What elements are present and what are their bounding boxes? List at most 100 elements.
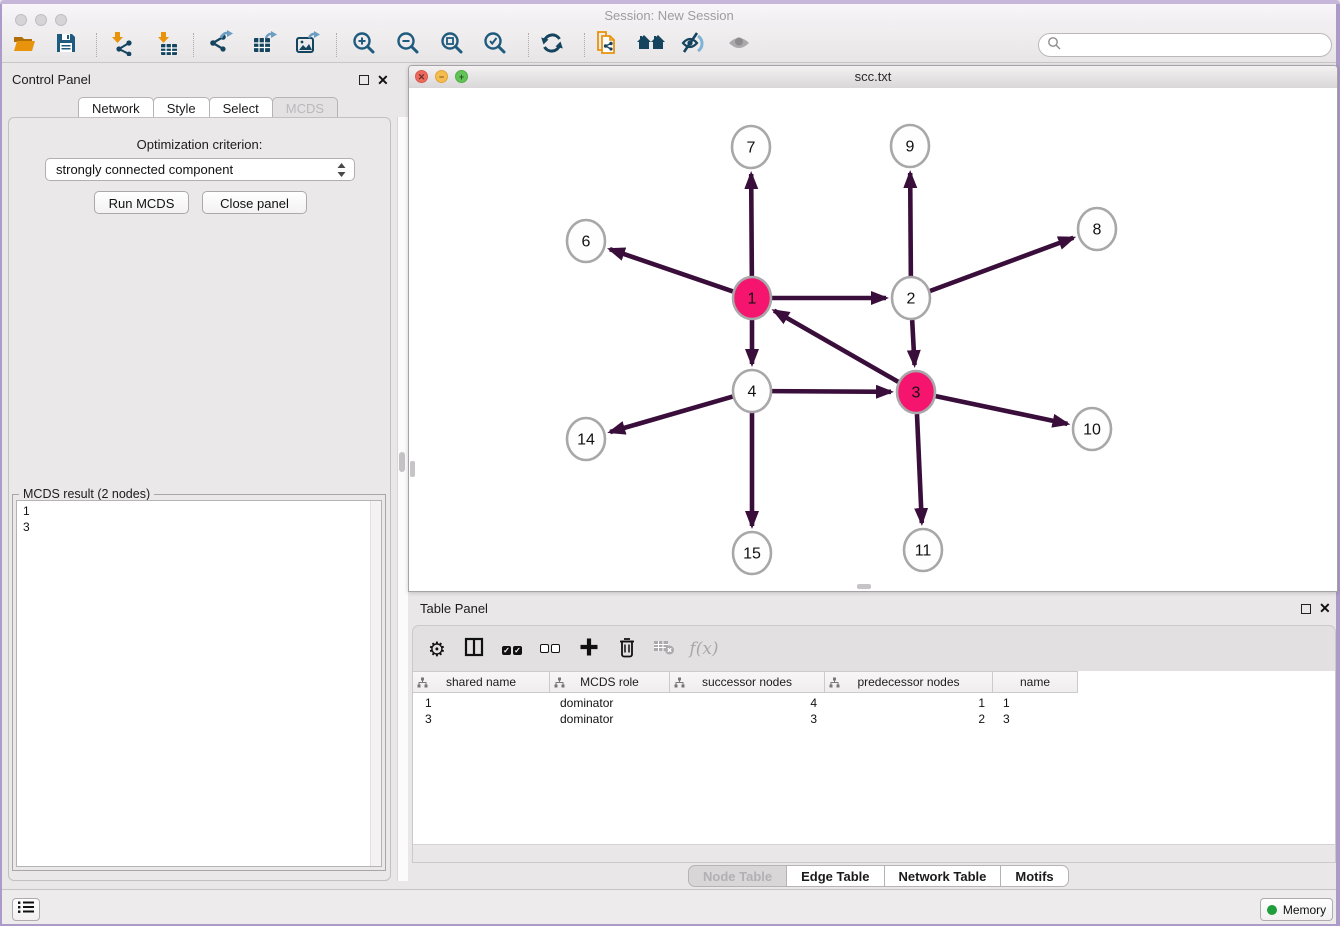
graph-node-8[interactable]: 8 [1078, 208, 1116, 250]
tab-network[interactable]: Network [78, 97, 154, 118]
graph-edge-1-7[interactable] [751, 174, 752, 276]
list-icon [17, 900, 35, 919]
graph-node-11[interactable]: 11 [904, 529, 942, 571]
search-field[interactable] [1038, 33, 1332, 57]
graph-edge-2-9[interactable] [910, 173, 911, 276]
delete-column-button[interactable] [611, 633, 643, 665]
graph-node-1[interactable]: 1 [733, 277, 771, 319]
table-hscrollbar[interactable] [413, 844, 1335, 862]
add-column-button[interactable] [573, 633, 605, 665]
table-cell[interactable]: 1 [825, 695, 993, 711]
first-neighbors-button[interactable] [634, 30, 668, 60]
canvas-hscroll-thumb[interactable] [857, 584, 871, 589]
graph-edge-1-6[interactable] [610, 249, 733, 291]
tab-style[interactable]: Style [153, 97, 210, 118]
gear-icon: ⚙ [428, 639, 446, 659]
zoom-selected-button[interactable] [478, 30, 512, 60]
graph-node-4[interactable]: 4 [733, 370, 771, 412]
node-table: shared nameMCDS rolesuccessor nodesprede… [412, 671, 1336, 863]
zoom-out-button[interactable] [391, 30, 425, 60]
export-table-button[interactable] [247, 30, 281, 60]
table-cell[interactable]: 3 [413, 711, 550, 727]
table-cell[interactable]: 4 [670, 695, 825, 711]
table-cell[interactable]: 2 [825, 711, 993, 727]
column-header-name[interactable]: name [993, 671, 1078, 693]
memory-button[interactable]: Memory [1260, 898, 1333, 921]
control-panel-scroll-thumb[interactable] [399, 452, 405, 472]
close-panel-icon[interactable]: ✕ [377, 74, 389, 86]
float-panel-icon[interactable] [359, 75, 369, 85]
graph-node-15[interactable]: 15 [733, 532, 771, 574]
refresh-button[interactable] [535, 30, 569, 60]
svg-text:1: 1 [748, 291, 757, 308]
graph-node-2[interactable]: 2 [892, 277, 930, 319]
import-network-button[interactable] [104, 30, 138, 60]
graph-edge-2-3[interactable] [912, 320, 914, 365]
table-cell[interactable]: 3 [670, 711, 825, 727]
select-all-icon: ✓✓ [501, 640, 523, 658]
show-all-button[interactable] [722, 30, 756, 60]
graph-node-14[interactable]: 14 [567, 418, 605, 460]
mcds-result-box[interactable]: 1 3 [16, 500, 382, 867]
column-header-successor-nodes[interactable]: successor nodes [670, 671, 825, 693]
search-input[interactable] [1061, 35, 1331, 55]
graph-edge-3-11[interactable] [917, 414, 922, 523]
tab-mcds[interactable]: MCDS [272, 97, 338, 118]
canvas-vscroll-thumb[interactable] [410, 461, 415, 477]
graph-edge-3-10[interactable] [936, 396, 1068, 424]
toolbar-separator [96, 33, 97, 57]
tab-network-table[interactable]: Network Table [884, 865, 1002, 887]
memory-label: Memory [1283, 903, 1326, 917]
result-scrollbar[interactable] [370, 501, 381, 866]
column-header-predecessor-nodes[interactable]: predecessor nodes [825, 671, 993, 693]
graph-node-9[interactable]: 9 [891, 125, 929, 167]
graph-node-6[interactable]: 6 [567, 220, 605, 262]
column-header-shared-name[interactable]: shared name [413, 671, 550, 693]
table-cell[interactable]: dominator [550, 695, 670, 711]
table-toolbar: ⚙ ✓✓ f(x) [412, 625, 1336, 671]
save-session-button[interactable] [49, 30, 83, 60]
clone-network-button[interactable] [590, 30, 624, 60]
criterion-dropdown[interactable]: strongly connected component [45, 158, 355, 181]
graph-edge-4-14[interactable] [610, 397, 733, 432]
graph-node-3[interactable]: 3 [897, 371, 935, 413]
run-mcds-button[interactable]: Run MCDS [94, 191, 189, 214]
tab-select[interactable]: Select [209, 97, 273, 118]
select-all-button[interactable]: ✓✓ [496, 633, 528, 665]
hide-selected-button[interactable] [677, 30, 711, 60]
tab-node-table[interactable]: Node Table [688, 865, 787, 887]
network-window-titlebar[interactable]: ✕ − + scc.txt [409, 66, 1337, 89]
function-builder-button[interactable]: f(x) [688, 633, 720, 665]
table-row[interactable]: 3dominator323 [413, 711, 1337, 727]
table-cell[interactable]: 3 [993, 711, 1078, 727]
tab-motifs[interactable]: Motifs [1000, 865, 1068, 887]
table-cell[interactable]: dominator [550, 711, 670, 727]
table-close-icon[interactable]: ✕ [1319, 602, 1331, 614]
control-panel-scrollbar[interactable] [397, 117, 408, 881]
table-cell[interactable]: 1 [413, 695, 550, 711]
deselect-all-button[interactable] [534, 633, 566, 665]
export-image-button[interactable] [290, 30, 324, 60]
zoom-fit-button[interactable] [435, 30, 469, 60]
table-row[interactable]: 1dominator411 [413, 695, 1337, 711]
network-canvas[interactable]: 1 2 3 4 6 7 8 9 10 11 14 15 [409, 88, 1337, 591]
show-columns-button[interactable] [458, 633, 490, 665]
import-table-button[interactable] [150, 30, 184, 60]
zoom-in-button[interactable] [347, 30, 381, 60]
column-header-MCDS-role[interactable]: MCDS role [550, 671, 670, 693]
delete-table-button[interactable] [648, 633, 680, 665]
graph-node-7[interactable]: 7 [732, 126, 770, 168]
graph-edge-4-3[interactable] [772, 391, 891, 392]
export-image-icon [294, 30, 320, 61]
export-network-button[interactable] [203, 30, 237, 60]
close-panel-button[interactable]: Close panel [202, 191, 307, 214]
graph-edge-3-1[interactable] [774, 311, 898, 382]
graph-edge-2-8[interactable] [930, 238, 1073, 291]
task-history-button[interactable] [12, 898, 40, 921]
table-float-icon[interactable] [1301, 604, 1311, 614]
tab-edge-table[interactable]: Edge Table [786, 865, 884, 887]
graph-node-10[interactable]: 10 [1073, 408, 1111, 450]
table-settings-button[interactable]: ⚙ [421, 633, 453, 665]
table-cell[interactable]: 1 [993, 695, 1078, 711]
open-session-button[interactable] [7, 30, 41, 60]
